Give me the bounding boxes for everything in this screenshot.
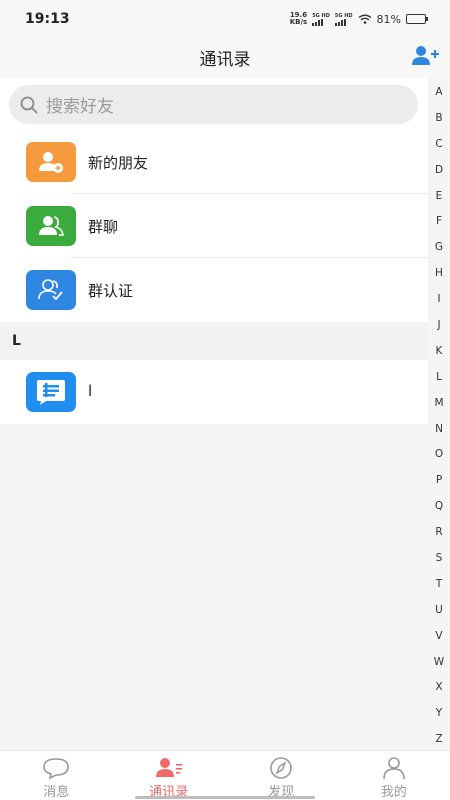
section-letter: L	[12, 333, 21, 349]
index-letter-n[interactable]: N	[435, 417, 443, 443]
group-chat-label: 群聊	[88, 218, 119, 236]
index-letter-s[interactable]: S	[436, 546, 443, 572]
index-letter-p[interactable]: P	[436, 468, 442, 494]
index-letter-x[interactable]: X	[435, 675, 442, 701]
contact-item[interactable]: l	[0, 360, 428, 424]
status-bar: 19:13 19.6 KB/s 5G HD 5G HD 81%	[0, 0, 450, 40]
alphabet-index[interactable]: ABCDEFGHIJKLMNOPQRSTUVWXYZ	[428, 80, 450, 750]
network-speed: 19.6 KB/s	[289, 11, 308, 26]
index-letter-r[interactable]: R	[435, 520, 442, 546]
compass-icon	[270, 757, 293, 779]
battery-percent: 81%	[376, 12, 401, 26]
status-time: 19:13	[25, 11, 70, 27]
search-input[interactable]: 搜索好友	[9, 85, 418, 124]
contact-name: l	[88, 382, 93, 400]
index-letter-o[interactable]: O	[435, 442, 443, 468]
tab-discover[interactable]: 发现	[225, 751, 338, 800]
index-letter-e[interactable]: E	[436, 184, 443, 210]
page-title: 通讯录	[199, 50, 251, 70]
new-friend-icon	[26, 142, 76, 182]
new-friends-item[interactable]: 新的朋友	[0, 130, 428, 194]
index-letter-w[interactable]: W	[434, 650, 444, 676]
tab-label: 消息	[43, 785, 70, 800]
index-letter-a[interactable]: A	[435, 80, 442, 106]
tab-messages[interactable]: 消息	[0, 751, 113, 800]
app-header: 通讯录	[0, 40, 450, 78]
home-indicator[interactable]	[135, 796, 315, 799]
tab-profile[interactable]: 我的	[338, 751, 450, 800]
signal-1-icon: 5G HD	[312, 13, 330, 26]
index-letter-g[interactable]: G	[435, 235, 443, 261]
index-letter-k[interactable]: K	[436, 339, 443, 365]
section-header: L	[0, 323, 428, 360]
index-letter-i[interactable]: I	[437, 287, 440, 313]
index-letter-c[interactable]: C	[435, 132, 442, 158]
battery-icon	[406, 14, 428, 24]
index-letter-v[interactable]: V	[435, 624, 442, 650]
profile-icon	[382, 757, 405, 780]
status-indicators: 19.6 KB/s 5G HD 5G HD 81%	[289, 11, 428, 26]
index-letter-q[interactable]: Q	[435, 494, 443, 520]
index-letter-f[interactable]: F	[436, 209, 442, 235]
group-verify-icon	[26, 270, 76, 310]
tab-label: 我的	[380, 785, 407, 800]
add-contact-icon[interactable]	[410, 44, 440, 68]
index-letter-b[interactable]: B	[435, 106, 442, 132]
index-letter-u[interactable]: U	[435, 598, 443, 624]
chat-bubble-icon	[43, 758, 70, 780]
index-letter-h[interactable]: H	[435, 261, 443, 287]
index-letter-l[interactable]: L	[436, 365, 442, 391]
function-list: 新的朋友 群聊 群认证	[0, 130, 428, 322]
search-icon	[20, 96, 38, 113]
index-letter-m[interactable]: M	[434, 391, 443, 417]
signal-2-icon: 5G HD	[334, 13, 353, 26]
index-letter-y[interactable]: Y	[436, 701, 442, 727]
contact-avatar	[26, 372, 76, 412]
index-letter-d[interactable]: D	[435, 158, 443, 184]
group-chat-item[interactable]: 群聊	[0, 194, 428, 258]
tab-contacts[interactable]: 通讯录	[113, 751, 226, 800]
index-letter-t[interactable]: T	[436, 572, 442, 598]
index-letter-j[interactable]: J	[437, 313, 440, 339]
bottom-tab-bar: 消息 通讯录 发现 我的	[0, 750, 450, 800]
search-placeholder: 搜索好友	[46, 97, 114, 117]
group-chat-icon	[26, 206, 76, 246]
wifi-icon	[358, 14, 371, 24]
contacts-icon	[155, 758, 182, 777]
group-verify-item[interactable]: 群认证	[0, 258, 428, 322]
search-section: 搜索好友	[0, 78, 428, 130]
new-friends-label: 新的朋友	[88, 154, 149, 172]
group-verify-label: 群认证	[88, 282, 134, 300]
